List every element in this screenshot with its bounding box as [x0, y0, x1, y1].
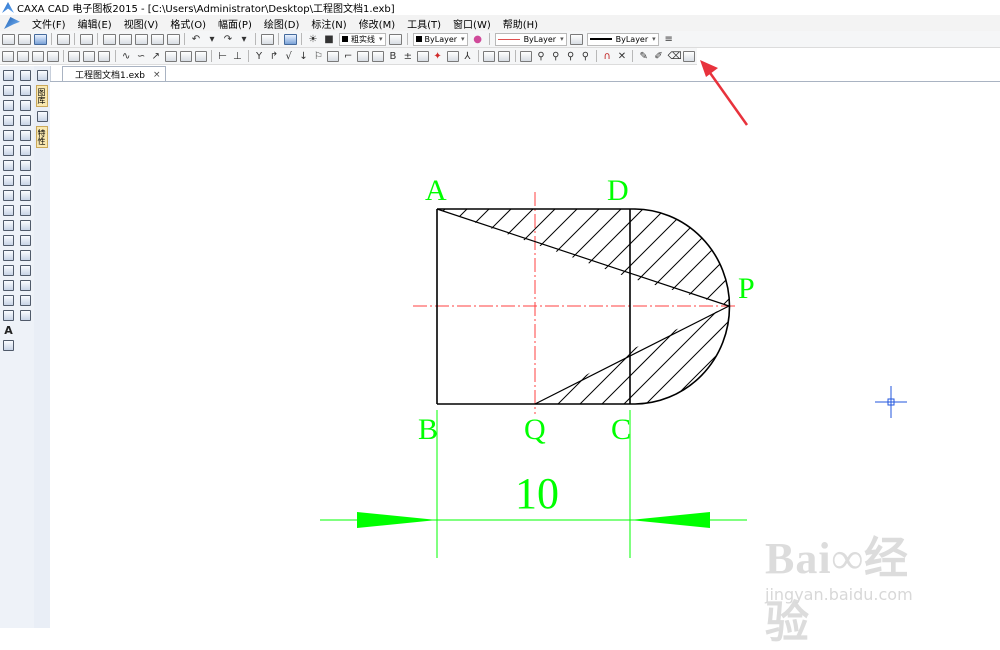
hatch-line	[621, 209, 630, 278]
hatch-line	[535, 350, 630, 404]
dimension-text: 10	[515, 469, 559, 518]
hatch-line	[270, 150, 570, 450]
hatch-line	[732, 150, 1000, 450]
hatch-line	[204, 150, 504, 450]
hatch-line	[204, 150, 504, 450]
hatch-line	[314, 150, 614, 450]
hatch-line	[437, 209, 461, 278]
hatch-line	[630, 209, 729, 306]
hatch-line	[630, 209, 703, 306]
crosshair-cursor	[875, 386, 907, 418]
dimension-arrow-left	[357, 512, 437, 528]
hatch-line	[798, 150, 1000, 450]
line-qp	[534, 305, 730, 405]
label-c: C	[611, 413, 631, 446]
hatch-region-top-triangle	[437, 150, 1000, 450]
hatch-line	[754, 150, 1000, 450]
hatch-line	[535, 350, 615, 404]
label-p: P	[738, 272, 755, 305]
hatch-region-top-arc	[160, 150, 1000, 450]
hatch-line	[687, 209, 729, 306]
watermark: Bai∞经验 jingyan.baidu.com	[765, 522, 945, 647]
hatch-line	[437, 209, 630, 278]
hatch-line	[630, 306, 730, 404]
hatch-line	[437, 209, 615, 278]
point-labels: A D P B Q C	[418, 174, 755, 446]
hatch-line	[630, 209, 729, 306]
hatch-pattern	[160, 150, 1000, 450]
hatch-line	[754, 150, 1000, 450]
hatch-line	[437, 209, 527, 278]
hatch-line	[630, 306, 703, 404]
hatch-line	[643, 306, 730, 404]
hatch-line	[754, 150, 1000, 450]
hatch-line	[630, 209, 725, 306]
hatch-region-bottom-triangle	[160, 150, 1000, 450]
hatch-line	[511, 209, 630, 278]
hatch-line	[248, 150, 548, 450]
hatch-line	[630, 209, 729, 306]
hatch-line	[226, 150, 526, 450]
hatch-line	[732, 150, 1000, 450]
watermark-subtitle: jingyan.baidu.com	[765, 585, 913, 604]
hatch-line	[226, 150, 526, 450]
hatch-line	[630, 306, 730, 404]
hatch-line	[437, 209, 571, 278]
label-d: D	[607, 174, 629, 207]
hatch-line	[798, 150, 1000, 450]
label-a: A	[425, 174, 447, 207]
hatch-line	[644, 150, 944, 450]
hatch-line	[630, 306, 730, 404]
hatch-line	[643, 209, 729, 306]
hatch-line	[535, 350, 630, 404]
hatch-line	[732, 150, 1000, 450]
hatch-line	[535, 350, 549, 404]
hatch-line	[621, 350, 630, 404]
hatch-line	[437, 209, 630, 278]
hatch-line	[644, 150, 944, 450]
hatch-line	[160, 150, 460, 450]
dimension-arrow-right	[630, 512, 710, 528]
hatch-line	[535, 350, 571, 404]
hatch-region-bottom-arc	[160, 150, 1000, 450]
hatch-line	[630, 306, 725, 404]
hatch-line	[798, 150, 1000, 450]
hatch-line	[630, 209, 729, 306]
hatch-line	[533, 209, 630, 278]
hatch-line	[535, 350, 630, 404]
hatch-line	[535, 350, 630, 404]
label-b: B	[418, 413, 438, 446]
hatch-line	[630, 306, 730, 404]
hatch-line	[437, 209, 630, 278]
hatch-line	[270, 150, 570, 450]
hatch-line	[437, 209, 505, 278]
hatch-line	[688, 150, 988, 450]
hatch-line	[160, 150, 460, 450]
hatch-line	[688, 150, 988, 450]
hatch-line	[555, 209, 630, 278]
hatch-line	[630, 209, 637, 306]
annotation-arrow-shaft	[706, 69, 749, 126]
annotation-arrow	[700, 60, 749, 126]
hatch-line	[732, 150, 1000, 450]
hatch-line	[535, 350, 630, 404]
hatch-line	[226, 150, 526, 450]
hatch-line	[204, 150, 504, 450]
hatch-line	[445, 209, 630, 278]
hatch-line	[248, 150, 548, 450]
hatch-line	[630, 209, 729, 306]
center-lines	[413, 192, 737, 414]
hatch-line	[437, 209, 549, 278]
hatch-line	[687, 306, 730, 404]
hatch-line	[630, 306, 637, 404]
hatch-line	[555, 350, 630, 404]
hatch-line	[535, 350, 630, 404]
hatch-line	[314, 150, 614, 450]
annotation-arrow-head	[700, 60, 718, 77]
hatch-line	[160, 150, 460, 450]
hatch-line	[798, 150, 1000, 450]
hatch-line	[630, 306, 730, 404]
label-q: Q	[524, 413, 546, 446]
hatch-line	[754, 150, 1000, 450]
